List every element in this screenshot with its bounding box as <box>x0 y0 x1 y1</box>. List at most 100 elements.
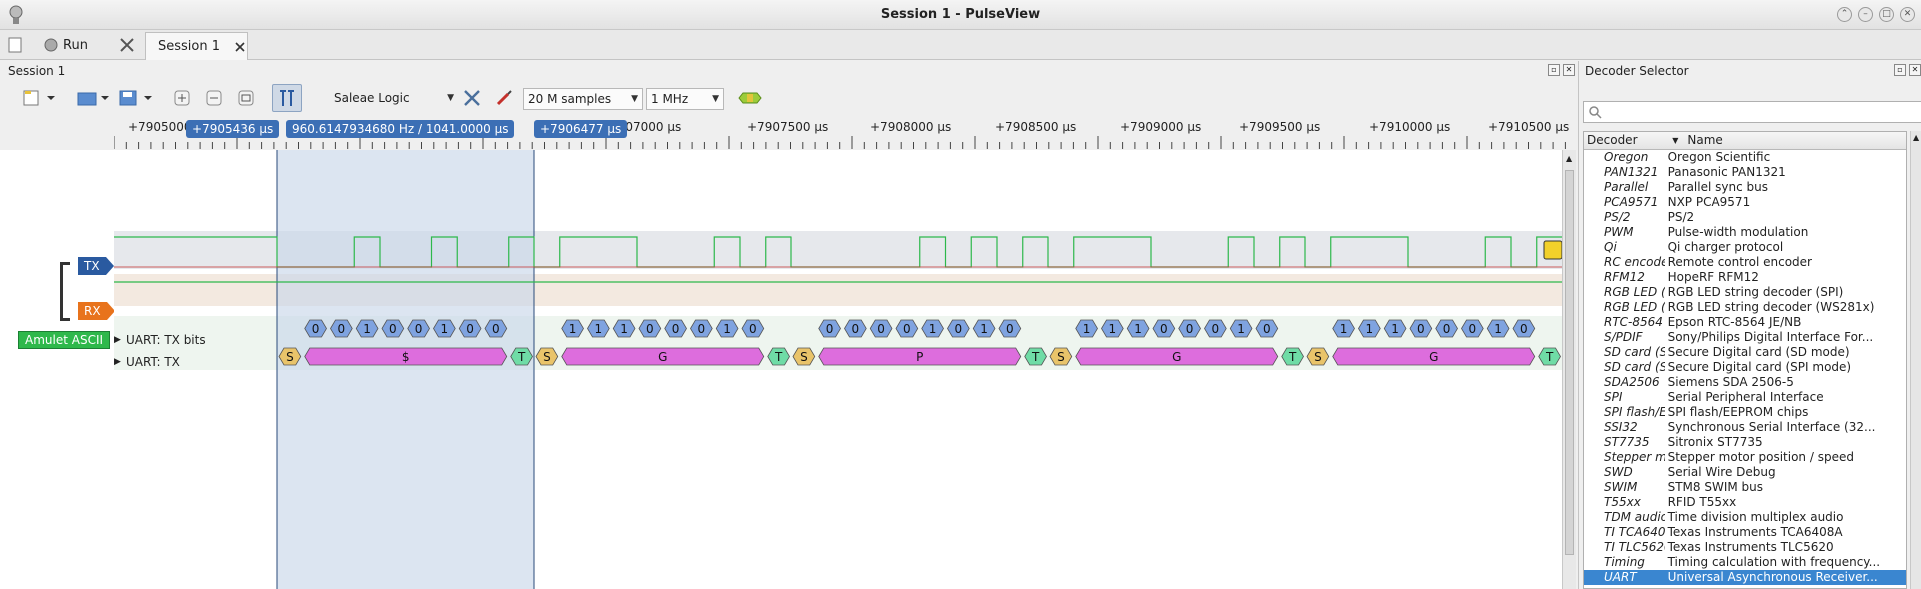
new-view-button[interactable] <box>20 86 58 110</box>
decoder-row[interactable]: Oregon Oregon Scientific <box>1584 150 1906 165</box>
decoder-name-cell: Remote control encoder <box>1667 255 1812 269</box>
decoder-row[interactable]: TI TCA640...Texas Instruments TCA6408A <box>1584 525 1906 540</box>
trace-canvas[interactable]: 0 0 1 0 0 1 0 0 S $ T 1 1 1 0 0 0 1 0 S G T 0 0 0 0 1 0 1 0 S P T 1 1 1 0 0 0 1… <box>114 150 1562 589</box>
decoder-row[interactable]: RGB LED (...RGB LED string decoder (WS28… <box>1584 300 1906 315</box>
decoder-row[interactable]: S/PDIF Sony/Philips Digital Interface For… <box>1584 330 1906 345</box>
zoom-fit-button[interactable] <box>234 86 258 110</box>
decoder-row[interactable]: RTC-8564 Epson RTC-8564 JE/NB <box>1584 315 1906 330</box>
expand-tx-icon[interactable]: ▶ <box>114 357 121 367</box>
decoder-row[interactable]: RGB LED (...RGB LED string decoder (SPI) <box>1584 285 1906 300</box>
trace-viewport[interactable]: 0 0 1 0 0 1 0 0 S $ T 1 1 1 0 0 0 1 0 S G T 0 0 0 0 1 0 1 0 S P T 1 1 1 0 0 0 1… <box>114 150 1562 589</box>
decoder-row[interactable]: T55xx RFID T55xx <box>1584 495 1906 510</box>
decoder-row[interactable]: Stepper m...Stepper motor position / spe… <box>1584 450 1906 465</box>
window-shade-button[interactable]: ⌃ <box>1837 7 1852 22</box>
decoder-row[interactable]: TI TLC5620Texas Instruments TLC5620 <box>1584 540 1906 555</box>
time-ruler[interactable]: +7905000 +7907000 µs +7907500 µs +790800… <box>114 118 1569 150</box>
decoder-name-cell: Texas Instruments TCA6408A <box>1667 525 1843 539</box>
device-selector[interactable]: Saleae Logic ▼ <box>330 88 458 110</box>
decoder-row[interactable]: PWM Pulse-width modulation <box>1584 225 1906 240</box>
decoder-row[interactable]: Parallel Parallel sync bus <box>1584 180 1906 195</box>
stop-bit-label: T <box>1545 350 1554 364</box>
decoder-row[interactable]: Qi Qi charger protocol <box>1584 240 1906 255</box>
session-float-button[interactable]: ▫ <box>1548 64 1560 76</box>
channel-rx-label[interactable]: RX <box>78 302 115 320</box>
main-tabbar: Run Session 1 <box>0 30 1921 60</box>
decoder-name-cell: Secure Digital card (SPI mode) <box>1667 360 1852 374</box>
probe-config-button[interactable] <box>492 86 516 110</box>
bit-value: 1 <box>1494 322 1502 336</box>
decoder-row[interactable]: PAN1321 Panasonic PAN1321 <box>1584 165 1906 180</box>
bit-value: 1 <box>980 322 988 336</box>
decoder-amulet-label[interactable]: Amulet ASCII <box>18 331 111 349</box>
decoder-row[interactable]: RFM12 HopeRF RFM12 <box>1584 270 1906 285</box>
stop-bit-label: T <box>1288 350 1297 364</box>
window-maximize-button[interactable]: □ <box>1879 7 1894 22</box>
device-config-button[interactable] <box>460 86 484 110</box>
bit-value: 0 <box>1263 322 1271 336</box>
cursor-selection-area[interactable] <box>277 150 534 589</box>
decoder-row[interactable]: SWD Serial Wire Debug <box>1584 465 1906 480</box>
open-button[interactable] <box>74 86 112 110</box>
show-cursors-button[interactable] <box>272 84 302 112</box>
decoder-row[interactable]: SDA2506 Siemens SDA 2506-5 <box>1584 375 1906 390</box>
decoder-row[interactable]: SSI32 Synchronous Serial Interface (32... <box>1584 420 1906 435</box>
decoder-row[interactable]: PCA9571 NXP PCA9571 <box>1584 195 1906 210</box>
sample-count-select[interactable]: 20 M samples ▼ <box>523 88 643 110</box>
bit-value: 1 <box>1366 322 1374 336</box>
close-tab-icon[interactable] <box>234 41 246 53</box>
bit-value: 1 <box>723 322 731 336</box>
expand-tx-bits-icon[interactable]: ▶ <box>114 335 121 345</box>
bit-value: 0 <box>1417 322 1425 336</box>
new-session-button[interactable] <box>8 34 22 56</box>
decoder-row[interactable]: PS/2 PS/2 <box>1584 210 1906 225</box>
window-minimize-button[interactable]: – <box>1858 7 1873 22</box>
trace-vertical-scrollbar[interactable]: ▲ <box>1562 150 1576 589</box>
data-char-label: G <box>658 350 667 364</box>
decoder-row[interactable]: SPI Serial Peripheral Interface <box>1584 390 1906 405</box>
decoder-name-cell: STM8 SWIM bus <box>1667 480 1764 494</box>
decoder-row[interactable]: UART Universal Asynchronous Receiver... <box>1584 570 1906 585</box>
add-decoder-button[interactable] <box>736 86 764 110</box>
start-bit-label: S <box>1314 350 1322 364</box>
decoder-row[interactable]: SPI flash/E...SPI flash/EEPROM chips <box>1584 405 1906 420</box>
decoder-row[interactable]: RC encode Remote control encoder <box>1584 255 1906 270</box>
session-close-button[interactable]: ✕ <box>1563 64 1575 76</box>
folder-icon <box>77 92 109 106</box>
window-close-button[interactable]: ✕ <box>1900 7 1915 22</box>
decoder-row[interactable]: Timing Timing calculation with frequency.… <box>1584 555 1906 570</box>
column-header-name[interactable]: Name <box>1684 132 1906 149</box>
decoder-table[interactable]: Decoder ▼ Name Oregon Oregon Scientific PA… <box>1583 131 1907 589</box>
run-button[interactable]: Run <box>44 34 88 56</box>
cursor-left-flag[interactable]: +7905436 µs <box>186 120 280 138</box>
samplerate-select[interactable]: 1 MHz ▼ <box>646 88 724 110</box>
cursor-right-flag[interactable]: +7906477 µs <box>534 120 628 138</box>
decoder-id-cell: S/PDIF <box>1604 330 1643 344</box>
decoder-vertical-scrollbar[interactable]: ▲ <box>1910 131 1921 589</box>
decoder-row[interactable]: SWIM STM8 SWIM bus <box>1584 480 1906 495</box>
trigger-marker-icon[interactable] <box>1543 240 1562 260</box>
column-header-decoder[interactable]: Decoder ▼ <box>1584 132 1684 149</box>
channel-labels-gutter <box>0 150 114 589</box>
scroll-up-icon[interactable]: ▲ <box>1913 133 1919 142</box>
trace-scroll-thumb[interactable] <box>1565 170 1574 555</box>
decoder-row[interactable]: TDM audio Time division multiplex audio <box>1584 510 1906 525</box>
session-panel-title: Session 1 <box>8 64 66 78</box>
cursor-delta-flag[interactable]: 960.6147934680 Hz / 1041.0000 µs <box>286 120 515 138</box>
decoder-name-cell: RFID T55xx <box>1667 495 1737 509</box>
zoom-in-button[interactable] <box>170 86 194 110</box>
save-button[interactable] <box>116 86 156 110</box>
channel-tx-label[interactable]: TX <box>78 257 114 275</box>
tab-session-1[interactable]: Session 1 <box>145 32 248 60</box>
decoder-row[interactable]: SD card (S...Secure Digital card (SD mod… <box>1584 345 1906 360</box>
decoder-row[interactable]: SD card (S...Secure Digital card (SPI mo… <box>1584 360 1906 375</box>
bit-value: 0 <box>312 322 320 336</box>
scroll-up-icon[interactable]: ▲ <box>1566 154 1572 163</box>
decoder-id-cell: RGB LED (... <box>1604 285 1665 299</box>
settings-button[interactable] <box>118 34 136 56</box>
zoom-out-button[interactable] <box>202 86 226 110</box>
decoder-name-cell: Texas Instruments TLC5620 <box>1667 540 1834 554</box>
decoder-close-button[interactable]: ✕ <box>1909 64 1921 76</box>
decoder-search-input[interactable] <box>1583 101 1921 123</box>
decoder-row[interactable]: ST7735 Sitronix ST7735 <box>1584 435 1906 450</box>
decoder-float-button[interactable]: ▫ <box>1894 64 1906 76</box>
